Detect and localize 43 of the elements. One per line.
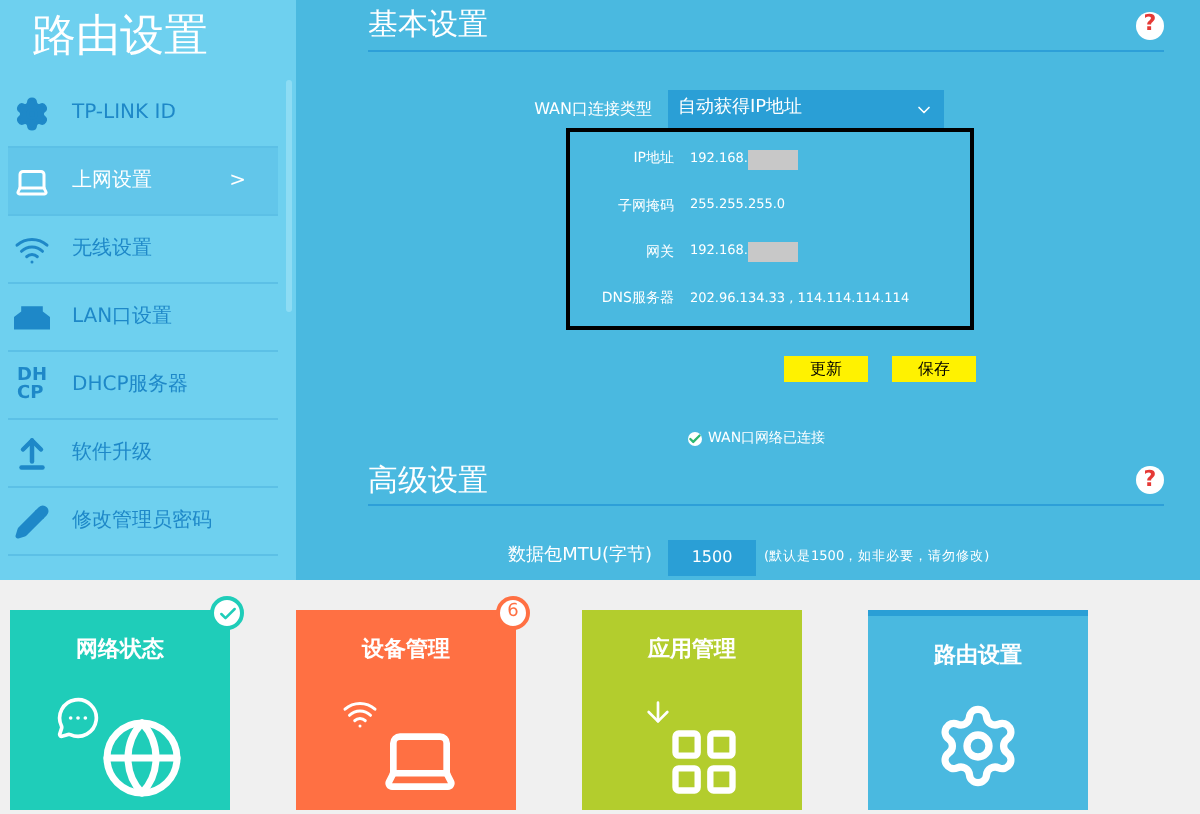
field-label: WAN口连接类型 [532,97,654,121]
field-label: 数据包MTU(字节) [506,543,654,570]
sidebar-item[interactable]: DH CP DHCP服务器 [8,352,278,420]
sidebar-item-label: 上网设置 [72,167,152,196]
help-icon[interactable]: ? [1136,11,1164,39]
count-badge: 6 [496,596,530,630]
sidebar-item-label: 无线设置 [72,235,152,264]
action-button[interactable]: 保存 [892,356,976,382]
mtu-input[interactable]: 1500 [668,539,756,575]
help-icon[interactable]: ? [1136,466,1164,494]
sidebar-item[interactable]: LAN口设置 [8,284,278,352]
tile-label: 设备管理 [362,634,450,666]
sidebar-item[interactable]: 上网设置 > [8,148,278,216]
tile-label: 路由设置 [934,640,1022,672]
sidebar-item[interactable]: 修改管理员密码 [8,488,278,556]
section-title: 高级设置 [368,459,488,502]
dashboard-tile[interactable]: 网络状态 [10,610,230,810]
tile-label: 网络状态 [76,634,164,666]
action-button[interactable]: 更新 [784,356,868,382]
sidebar-item-label: 软件升级 [72,439,152,468]
sidebar-item[interactable]: 无线设置 [8,216,278,284]
globe-chat-icon [56,695,184,799]
sidebar-title: 路由设置 [30,10,210,66]
pencil-icon [14,503,50,539]
dashboard-tile[interactable]: 路由设置 [868,610,1088,810]
chevron-icon: > [229,166,246,196]
connection-type-select[interactable]: 自动获得IP地址 [668,90,944,128]
upload-icon [14,435,50,471]
redaction-block [747,242,798,263]
tile-label: 应用管理 [648,634,736,666]
dhcp-icon: DH CP [16,367,47,403]
gear-icon [14,95,50,131]
sidebar-item-label: DHCP服务器 [72,372,189,400]
app-grid-icon [642,695,742,799]
sidebar-item[interactable]: 软件升级 [8,420,278,488]
sidebar-item-label: 修改管理员密码 [72,507,212,536]
sidebar-item-label: TP-LINK ID [72,100,176,128]
redaction-block [747,149,798,170]
section-title: 基本设置 [368,4,488,47]
sidebar-item-label: LAN口设置 [72,303,173,332]
dashboard-tile[interactable]: 应用管理 [582,610,802,810]
network-port-icon [14,304,50,330]
check-icon [688,431,702,446]
